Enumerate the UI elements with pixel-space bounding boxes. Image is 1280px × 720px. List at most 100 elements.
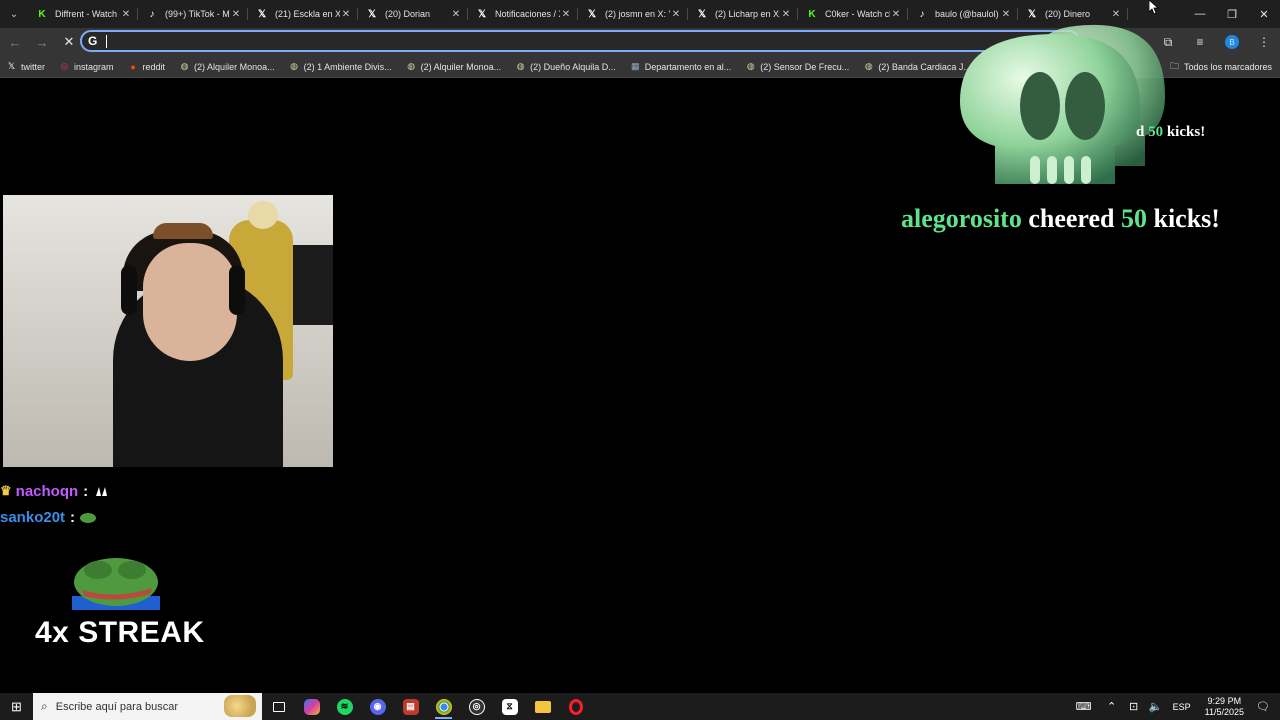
browser-tab[interactable]: K Diffrent - Watch c ✕ [28,0,138,28]
alert-small-suffix: kicks! [1166,124,1206,140]
x-icon: 𝕏 [697,8,707,20]
browser-tab[interactable]: 𝕏 (20) Dorian ✕ [358,0,468,28]
profile-avatar[interactable]: B [1225,35,1239,49]
building-icon: ▦ [630,61,640,71]
chat-message: sanko20t : [0,504,109,530]
obs-icon[interactable]: ◎ [460,693,493,720]
browser-tab[interactable]: 𝕏 (2) Licharp en X: ✕ [688,0,798,28]
close-window-icon[interactable]: ✕ [1248,0,1280,28]
address-input[interactable] [107,34,1007,48]
forward-arrow-icon[interactable]: → [30,30,54,54]
bookmark-label: (2) Sensor De Frecu... [760,61,850,72]
tab-search-chevron-icon[interactable]: ⌄ [0,0,28,28]
stop-loading-icon[interactable]: ✕ [57,30,81,54]
spotify-icon[interactable]: ≋ [328,693,361,720]
bookmark-label: (2) Alquiler Monoa... [194,61,275,72]
browser-tab[interactable]: 𝕏 (21) Esckla en X: ✕ [248,0,358,28]
chat-separator: : [70,508,76,526]
address-bar[interactable]: G [80,30,1080,52]
copilot-icon[interactable] [295,693,328,720]
tab-close-icon[interactable]: ✕ [780,9,792,20]
restore-icon[interactable]: ❐ [1216,0,1248,28]
alert-suffix: kicks! [1153,204,1220,233]
marketplace-icon: ◍ [290,61,299,71]
bookmark-item[interactable]: ◍ (2) Alquiler Monoa... [406,61,501,72]
discord-icon[interactable]: ◉ [361,693,394,720]
browser-tab[interactable]: ♪ (99+) TikTok - Ma ✕ [138,0,248,28]
bookmark-item[interactable]: ◍ (2) 1 Ambiente Divis... [289,61,391,72]
chat-message: ♛ nachoqn : [0,478,109,504]
system-tray: ⌨ ⌃ ⊡ 🔈 ESP 9:29 PM 11/5/2025 🗨 [1073,693,1280,720]
network-icon[interactable]: ⊡ [1123,700,1145,713]
emote-icon [96,487,108,496]
tab-title: Notificaciones / X [495,9,560,19]
bookmark-item[interactable]: ◍ (2) Alquiler Monoa... [179,61,275,72]
tab-title: Diffrent - Watch c [55,9,120,19]
media-control-icon[interactable]: ≡ [1184,28,1216,56]
task-view-icon[interactable] [262,693,295,720]
menu-kebab-icon[interactable]: ⋮ [1248,28,1280,56]
window-controls: — ❐ ✕ [1184,0,1280,28]
webcam-figure-head [248,201,278,229]
marketplace-icon: ◍ [180,61,189,71]
bookmark-item[interactable]: ◍ (2) Dueño Alquila D... [515,61,616,72]
x-icon: 𝕏 [477,8,487,20]
reddit-icon: ● [130,61,136,72]
bookmark-item[interactable]: ◎ instagram [59,61,114,72]
chevron-up-icon[interactable]: ⌃ [1101,700,1123,713]
bookmark-list: 𝕏twitter ◎ instagram ● reddit ◍ (2) Alquiler M… [6,61,1090,72]
taskbar-search[interactable]: ⌕ Escribe aquí para buscar [33,693,262,720]
minimize-icon[interactable]: — [1184,0,1216,28]
chrome-icon[interactable] [427,693,460,720]
bookmark-item[interactable]: ● reddit [128,61,165,72]
capcut-icon[interactable]: ⧖ [493,693,526,720]
bookmark-label: instagram [74,61,114,72]
clock-time: 9:29 PM [1207,695,1242,706]
taskbar-clock[interactable]: 9:29 PM 11/5/2025 [1205,696,1244,718]
volume-icon[interactable]: 🔈 [1145,700,1167,713]
webcam-monitor [291,245,333,325]
browser-tab[interactable]: K C0ker - Watch cli ✕ [798,0,908,28]
file-explorer-icon[interactable] [526,693,559,720]
keyboard-icon[interactable]: ⌨ [1073,700,1095,713]
bookmark-label: Departamento en al... [644,61,732,72]
tab-title: (21) Esckla en X: [275,9,340,19]
tab-title: (99+) TikTok - Ma [165,9,230,19]
alert-amount: 50 [1121,204,1147,233]
bookmark-item[interactable]: 𝕏twitter [6,61,45,72]
chat-separator: : [83,482,89,500]
tab-close-icon[interactable]: ✕ [340,9,352,20]
chat-overlay: ♛ nachoqn : sanko20t : [0,478,109,530]
bookmark-item[interactable]: ▦ Departamento en al... [630,61,732,72]
pepe-emote-icon [72,558,160,610]
x-icon: 𝕏 [257,8,267,20]
alert-small-amount: 50 [1148,124,1164,140]
language-indicator[interactable]: ESP [1173,702,1191,712]
tab-title: (20) Dorian [385,9,431,19]
tab-close-icon[interactable]: ✕ [890,9,902,20]
bookmark-item[interactable]: ◍ (2) Sensor De Frecu... [745,61,849,72]
tab-close-icon[interactable]: ✕ [670,9,682,20]
webcam-feed [3,195,333,467]
browser-tab[interactable]: 𝕏 (2) josmn en X: "c ✕ [578,0,688,28]
browser-tab[interactable]: 𝕏 Notificaciones / X ✕ [468,0,578,28]
pepe-emote-icon [80,513,97,523]
windows-start-icon[interactable]: ⊞ [0,693,33,720]
tab-title: (2) Licharp en X: [715,9,780,19]
tab-close-icon[interactable]: ✕ [120,9,132,20]
all-bookmarks[interactable]: 🗀 Todos los marcadores [1170,56,1272,78]
opera-icon[interactable] [559,693,592,720]
headset-left [121,265,137,315]
tab-close-icon[interactable]: ✕ [450,9,462,20]
cheer-alert: alegorosito cheered 50 kicks! [901,204,1220,234]
back-arrow-icon[interactable]: ← [3,30,27,54]
mouse-cursor-icon [1149,0,1159,14]
notifications-icon[interactable]: 🗨 [1252,700,1274,713]
alert-verb: cheered [1028,204,1115,233]
tab-close-icon[interactable]: ✕ [560,9,572,20]
x-icon: 𝕏 [7,61,16,71]
tab-close-icon[interactable]: ✕ [230,9,242,20]
video-editor-icon[interactable]: ▤ [394,693,427,720]
search-highlight-image [224,695,256,717]
webcam-streamer-face [143,243,237,361]
